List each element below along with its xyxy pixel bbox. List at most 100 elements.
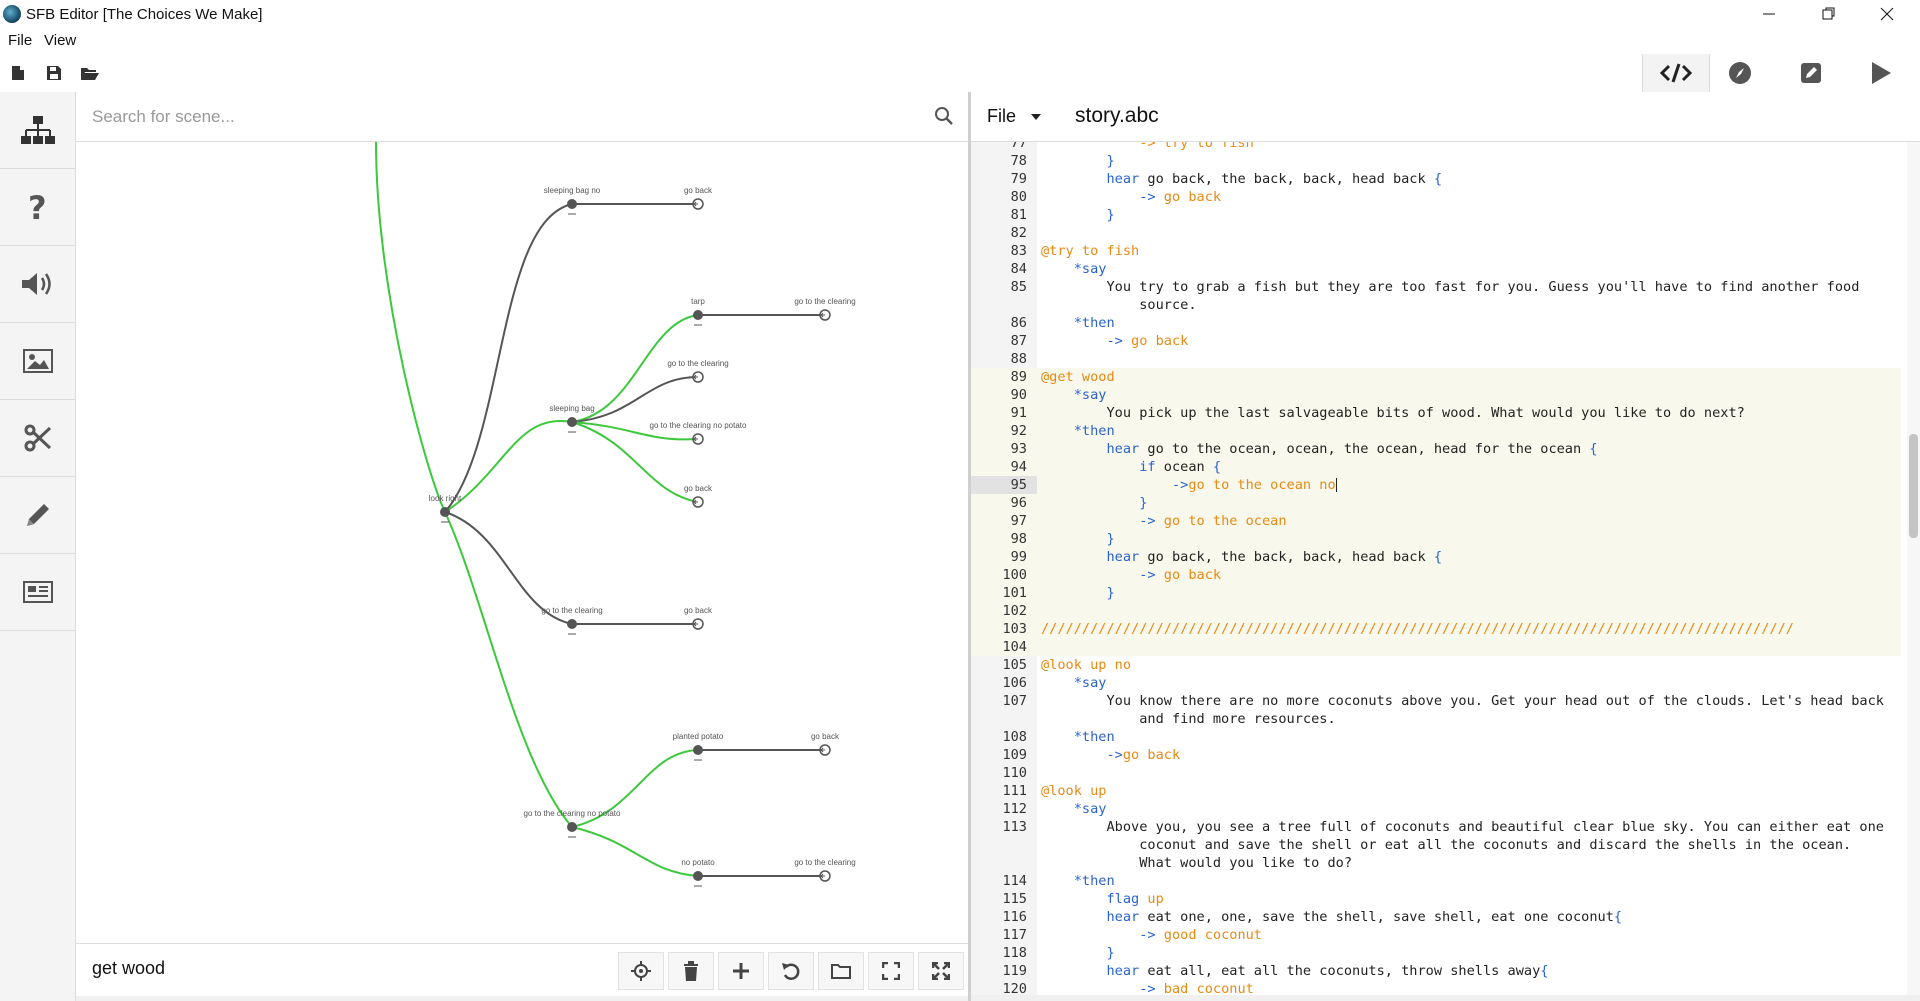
code-line[interactable]: 83 @try to fish <box>971 242 1901 260</box>
sidebar-item-tools[interactable] <box>0 400 75 477</box>
code-editor[interactable]: 77 -> try to fish 78 } 79 hear go back, th… <box>971 142 1920 995</box>
graph-link-node-go-to-the-clearing[interactable]: go to the clearing <box>794 297 856 321</box>
new-file-button[interactable] <box>8 63 28 83</box>
code-line[interactable]: 99 hear go back, the back, back, head ba… <box>971 548 1901 566</box>
tab-edit[interactable] <box>1778 54 1844 92</box>
editor-file-menu[interactable]: File <box>987 106 1016 127</box>
code-line[interactable]: 114 *then <box>971 872 1901 890</box>
center-view-button[interactable] <box>618 952 664 990</box>
graph-footer: get wood <box>76 943 968 996</box>
code-line[interactable]: 100 -> go back <box>971 566 1901 584</box>
code-line[interactable]: 92 *then <box>971 422 1901 440</box>
code-line[interactable]: 102 <box>971 602 1901 620</box>
graph-link-node-go-to-the-clearing[interactable]: go to the clearing <box>667 359 729 383</box>
open-folder-graph-button[interactable] <box>818 952 864 990</box>
minimize-button[interactable] <box>1746 0 1792 28</box>
code-line[interactable]: 80 -> go back <box>971 188 1901 206</box>
undo-button[interactable] <box>768 952 814 990</box>
open-folder-button[interactable] <box>80 63 100 83</box>
code-line[interactable]: What would you like to do? <box>971 854 1901 872</box>
code-line[interactable]: 93 hear go to the ocean, ocean, the ocea… <box>971 440 1901 458</box>
graph-node-planted-potato[interactable]: planted potato <box>673 732 724 761</box>
code-line[interactable]: source. <box>971 296 1901 314</box>
sidebar-item-write[interactable] <box>0 477 75 554</box>
code-line[interactable]: 101 } <box>971 584 1901 602</box>
code-text: } <box>1106 207 1115 223</box>
code-line[interactable]: coconut and save the shell or eat all th… <box>971 836 1901 854</box>
code-line[interactable]: 86 *then <box>971 314 1901 332</box>
code-line[interactable]: 84 *say <box>971 260 1901 278</box>
scene-graph[interactable]: sleeping bag no tarp sleeping bag look r… <box>76 142 968 936</box>
graph-link-node-go-back[interactable]: go back <box>684 606 713 630</box>
editor-scroll-thumb[interactable] <box>1909 434 1918 538</box>
code-line[interactable]: 113 Above you, you see a tree full of co… <box>971 818 1901 836</box>
code-line[interactable]: 110 <box>971 764 1901 782</box>
graph-link-node-go-to-the-clearing[interactable]: go to the clearing <box>794 858 856 882</box>
graph-link-node-go-back[interactable]: go back <box>811 732 840 756</box>
menu-view[interactable]: View <box>44 32 76 49</box>
line-number: 84 <box>1010 261 1027 277</box>
code-line[interactable]: 88 <box>971 350 1901 368</box>
code-line[interactable]: 78 } <box>971 152 1901 170</box>
sidebar-item-images[interactable] <box>0 323 75 400</box>
code-line[interactable]: 97 -> go to the ocean <box>971 512 1901 530</box>
code-line[interactable]: 111 @look up <box>971 782 1901 800</box>
save-button[interactable] <box>44 63 64 83</box>
graph-node-no-potato[interactable]: no potato <box>681 858 715 887</box>
code-line[interactable]: 82 <box>971 224 1901 242</box>
code-line[interactable]: 103 /////////////////////////////////////… <box>971 620 1901 638</box>
graph-link-node-go-back[interactable]: go back <box>684 186 713 210</box>
close-button[interactable] <box>1864 0 1910 28</box>
graph-node-go-to-the-clearing[interactable]: go to the clearing <box>541 606 603 635</box>
sidebar-item-news[interactable] <box>0 554 75 631</box>
code-line[interactable]: 85 You try to grab a fish but they are t… <box>971 278 1901 296</box>
fullscreen-button[interactable] <box>918 952 964 990</box>
code-line[interactable]: 116 hear eat one, one, save the shell, s… <box>971 908 1901 926</box>
sidebar-item-audio[interactable] <box>0 246 75 323</box>
sidebar-item-scenes[interactable] <box>0 92 75 169</box>
code-line[interactable]: 96 } <box>971 494 1901 512</box>
code-line[interactable]: 115 flag up <box>971 890 1901 908</box>
code-line[interactable]: 106 *say <box>971 674 1901 692</box>
code-line[interactable]: 90 *say <box>971 386 1901 404</box>
menu-file[interactable]: File <box>8 32 32 49</box>
graph-link-node-go-to-the-clearing-no-potato[interactable]: go to the clearing no potato <box>650 421 748 445</box>
code-line[interactable]: 109 ->go back <box>971 746 1901 764</box>
editor-scrollbar[interactable] <box>1907 142 1920 995</box>
code-line[interactable]: 104 <box>971 638 1901 656</box>
sidebar-item-help[interactable]: ? <box>0 169 75 246</box>
code-line[interactable]: 77 -> try to fish <box>971 142 1901 152</box>
code-line[interactable]: 89 @get wood <box>971 368 1901 386</box>
tab-code[interactable] <box>1642 54 1710 92</box>
caret-down-icon[interactable] <box>1031 114 1041 120</box>
code-line[interactable]: 87 -> go back <box>971 332 1901 350</box>
code-line[interactable]: 98 } <box>971 530 1901 548</box>
code-line[interactable]: 117 -> good coconut <box>971 926 1901 944</box>
restore-button[interactable] <box>1806 0 1852 28</box>
graph-node-sleeping-bag-no[interactable]: sleeping bag no <box>544 186 601 215</box>
code-line[interactable]: 91 You pick up the last salvageable bits… <box>971 404 1901 422</box>
code-line[interactable]: 81 } <box>971 206 1901 224</box>
delete-scene-button[interactable] <box>668 952 714 990</box>
add-scene-button[interactable] <box>718 952 764 990</box>
tab-explore[interactable] <box>1707 54 1773 92</box>
node-label: go to the clearing no potato <box>524 809 622 818</box>
code-line[interactable]: 79 hear go back, the back, back, head ba… <box>971 170 1901 188</box>
code-line[interactable]: 105 @look up no <box>971 656 1901 674</box>
graph-node-go-to-the-clearing-no-potato[interactable]: go to the clearing no potato <box>524 809 622 838</box>
code-line[interactable]: 94 if ocean { <box>971 458 1901 476</box>
code-line[interactable]: 112 *say <box>971 800 1901 818</box>
graph-node-tarp[interactable]: tarp <box>691 297 705 326</box>
scene-search-input[interactable] <box>90 102 894 132</box>
code-line[interactable]: 120 -> bad coconut <box>971 980 1901 995</box>
graph-link-node-go-back[interactable]: go back <box>684 484 713 508</box>
code-line[interactable]: 107 You know there are no more coconuts … <box>971 692 1901 710</box>
code-line[interactable]: and find more resources. <box>971 710 1901 728</box>
code-line[interactable]: 119 hear eat all, eat all the coconuts, … <box>971 962 1901 980</box>
fit-view-button[interactable] <box>868 952 914 990</box>
code-line[interactable]: 108 *then <box>971 728 1901 746</box>
code-line[interactable]: 118 } <box>971 944 1901 962</box>
tab-play[interactable] <box>1848 54 1914 92</box>
search-icon[interactable] <box>934 106 954 126</box>
code-line[interactable]: 95 ->go to the ocean no <box>971 476 1901 494</box>
